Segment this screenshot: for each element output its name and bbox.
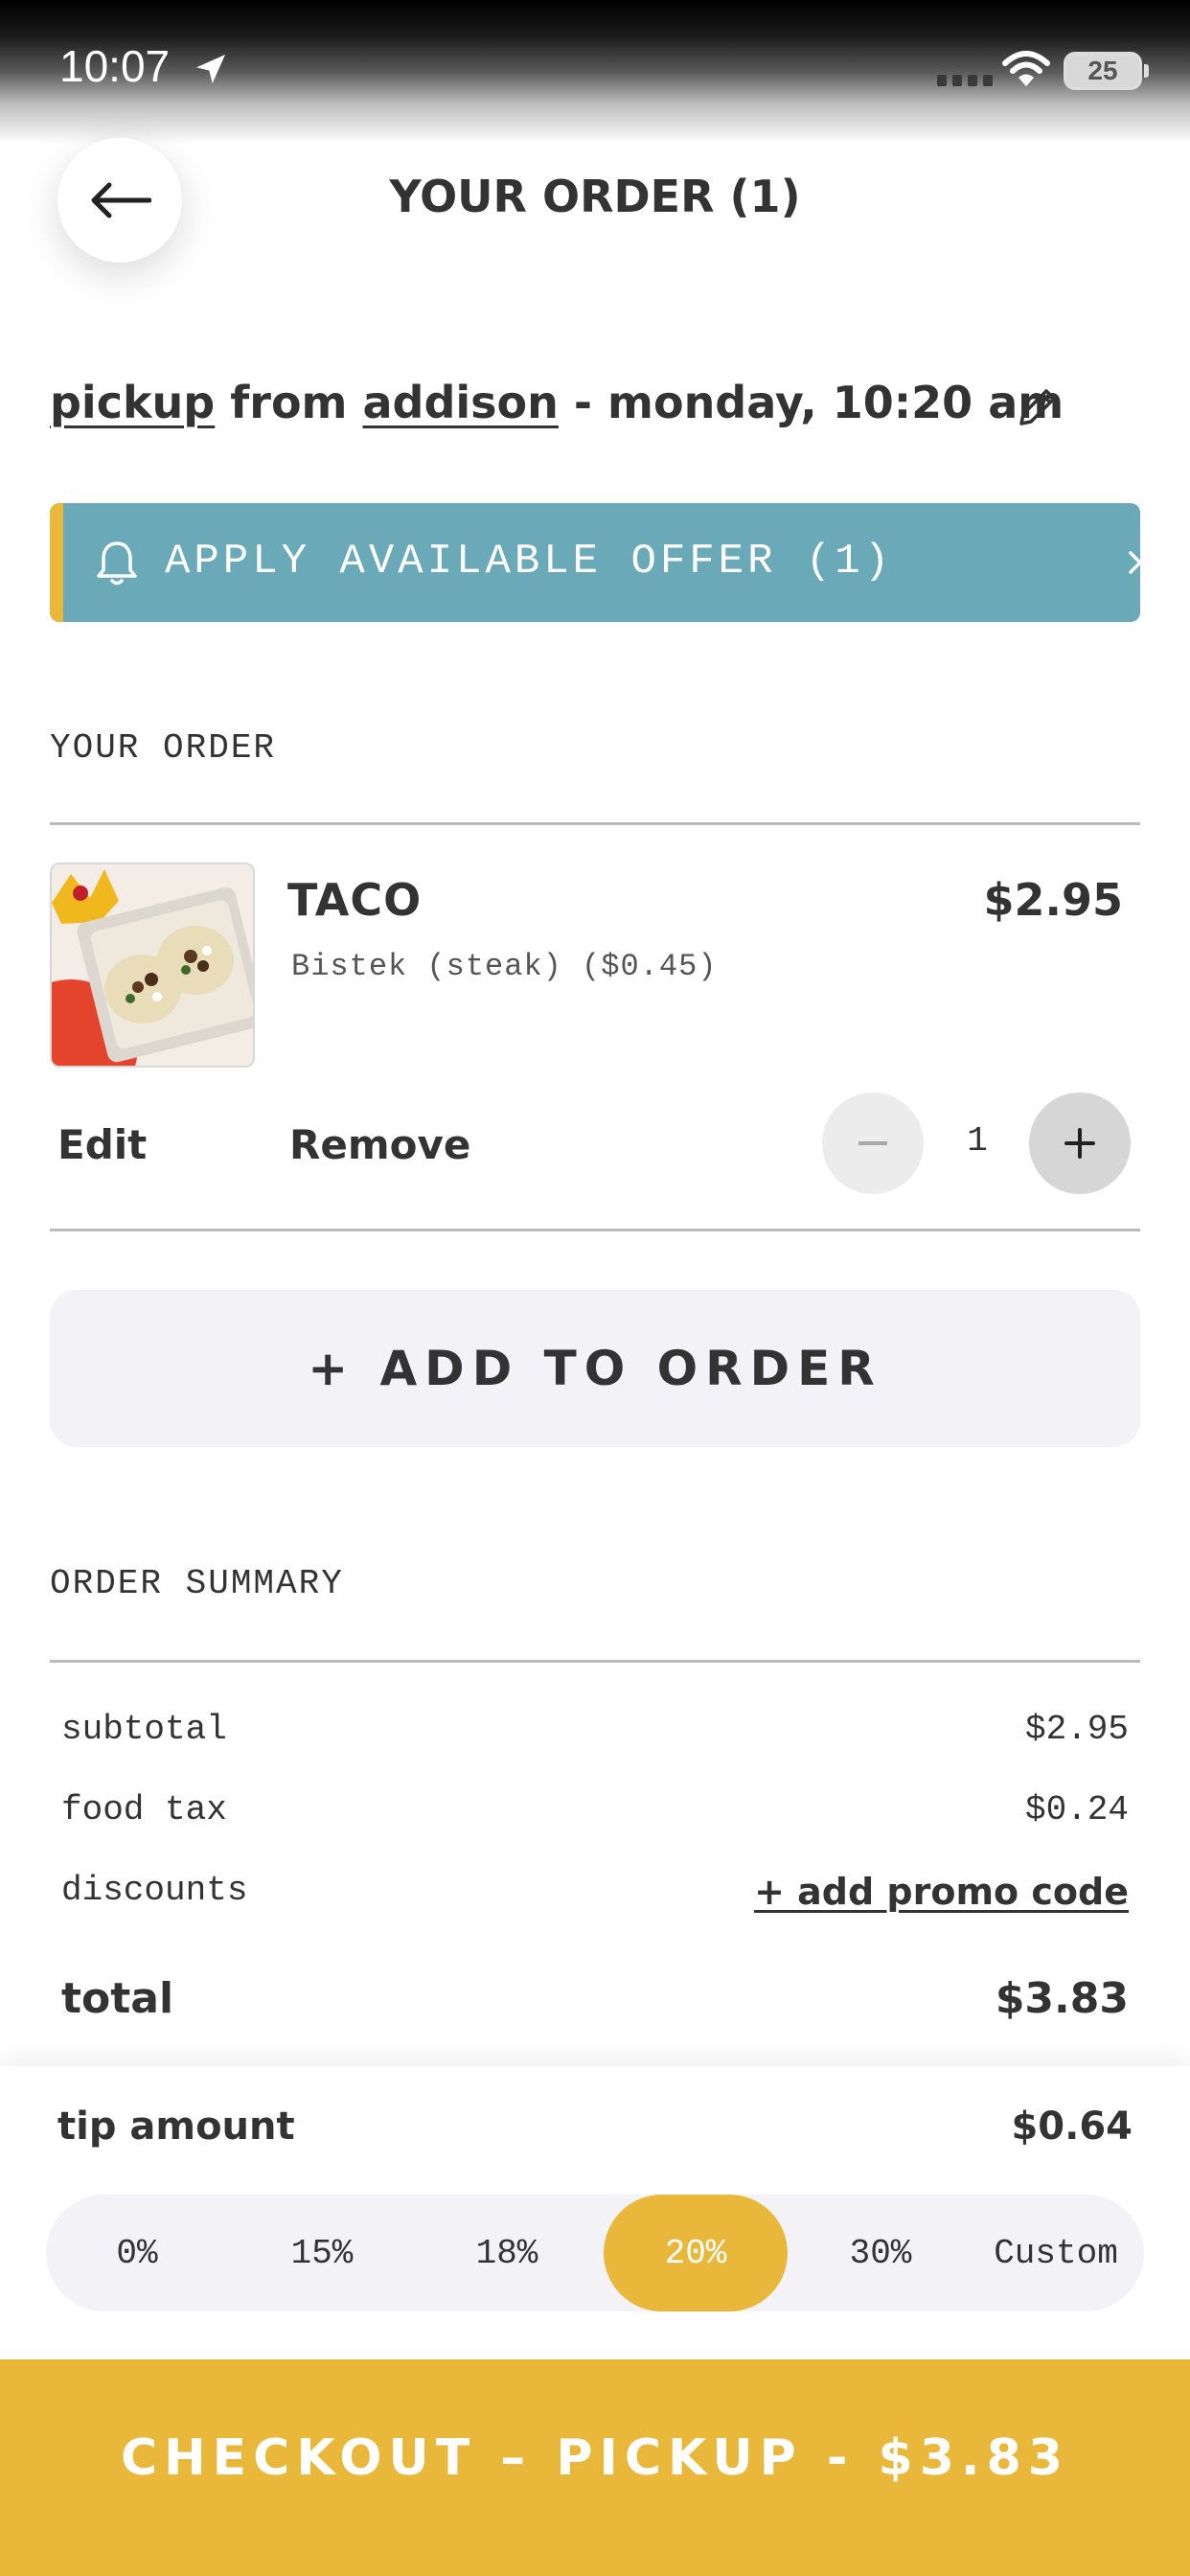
item-price: $2.95 bbox=[983, 874, 1123, 926]
status-bar: 10:07 25 bbox=[0, 0, 1190, 144]
item-modifier: Bistek (steak) ($0.45) bbox=[291, 949, 718, 984]
status-time: 10:07 bbox=[59, 41, 171, 91]
subtotal-value: $2.95 bbox=[1024, 1710, 1129, 1749]
plus-icon bbox=[1064, 1128, 1095, 1159]
order-summary-heading: ORDER SUMMARY bbox=[50, 1564, 344, 1603]
tax-value: $0.24 bbox=[1024, 1790, 1129, 1829]
tip-option-15[interactable]: 15% bbox=[231, 2195, 413, 2312]
battery-level: 25 bbox=[1087, 56, 1118, 85]
item-thumbnail bbox=[50, 862, 255, 1068]
taco-image bbox=[52, 864, 253, 1066]
battery-icon: 25 bbox=[1064, 52, 1149, 90]
quantity-value: 1 bbox=[967, 1121, 988, 1161]
signal-icon bbox=[937, 75, 993, 86]
tip-panel: tip amount $0.64 0% 15% 18% 20% 30% Cust… bbox=[0, 2066, 1190, 2363]
item-name: TACO bbox=[287, 874, 423, 926]
total-value: $3.83 bbox=[995, 1974, 1129, 2023]
tip-option-0[interactable]: 0% bbox=[46, 2195, 228, 2312]
checkout-button[interactable]: CHECKOUT – PICKUP - $3.83 bbox=[0, 2359, 1190, 2576]
quantity-increase-button[interactable] bbox=[1029, 1092, 1131, 1194]
location-arrow-icon bbox=[196, 55, 225, 83]
tip-label: tip amount bbox=[57, 2104, 295, 2149]
pickup-details: pickup from addison - monday, 10:20 am bbox=[50, 377, 1064, 428]
offer-label: APPLY AVAILABLE OFFER (1) bbox=[165, 538, 894, 586]
apply-offer-banner[interactable]: APPLY AVAILABLE OFFER (1) bbox=[50, 503, 1140, 622]
bell-icon bbox=[97, 541, 137, 586]
pickup-time: - monday, 10:20 am bbox=[573, 377, 1064, 428]
tax-label: food tax bbox=[61, 1790, 227, 1829]
offer-accent-strip bbox=[50, 503, 63, 622]
chevron-right-icon bbox=[1129, 551, 1140, 574]
page-title: YOUR ORDER (1) bbox=[389, 171, 801, 222]
divider bbox=[50, 822, 1140, 825]
pickup-mode-link[interactable]: pickup bbox=[50, 377, 215, 428]
total-label: total bbox=[61, 1974, 174, 2023]
tip-option-custom[interactable]: Custom bbox=[968, 2195, 1144, 2312]
subtotal-label: subtotal bbox=[61, 1710, 227, 1749]
tip-option-30[interactable]: 30% bbox=[790, 2195, 972, 2312]
tip-selector: 0% 15% 18% 20% 30% Custom bbox=[46, 2195, 1144, 2312]
pickup-from: from bbox=[230, 377, 348, 428]
quantity-decrease-button[interactable] bbox=[822, 1092, 924, 1194]
add-to-order-button[interactable]: + ADD TO ORDER bbox=[50, 1290, 1140, 1447]
minus-icon bbox=[858, 1141, 887, 1145]
edit-item-button[interactable]: Edit bbox=[57, 1121, 147, 1168]
divider bbox=[50, 1229, 1140, 1231]
pencil-icon[interactable] bbox=[1014, 383, 1062, 431]
pickup-location-link[interactable]: addison bbox=[363, 377, 559, 428]
discounts-label: discounts bbox=[61, 1871, 248, 1910]
remove-item-button[interactable]: Remove bbox=[289, 1121, 470, 1168]
tip-option-20[interactable]: 20% bbox=[604, 2195, 788, 2312]
add-promo-code-link[interactable]: + add promo code bbox=[754, 1871, 1129, 1913]
your-order-heading: YOUR ORDER bbox=[50, 728, 277, 768]
divider bbox=[50, 1660, 1140, 1663]
tip-amount: $0.64 bbox=[1011, 2104, 1133, 2149]
tip-option-18[interactable]: 18% bbox=[416, 2195, 598, 2312]
wifi-icon bbox=[1002, 51, 1050, 86]
